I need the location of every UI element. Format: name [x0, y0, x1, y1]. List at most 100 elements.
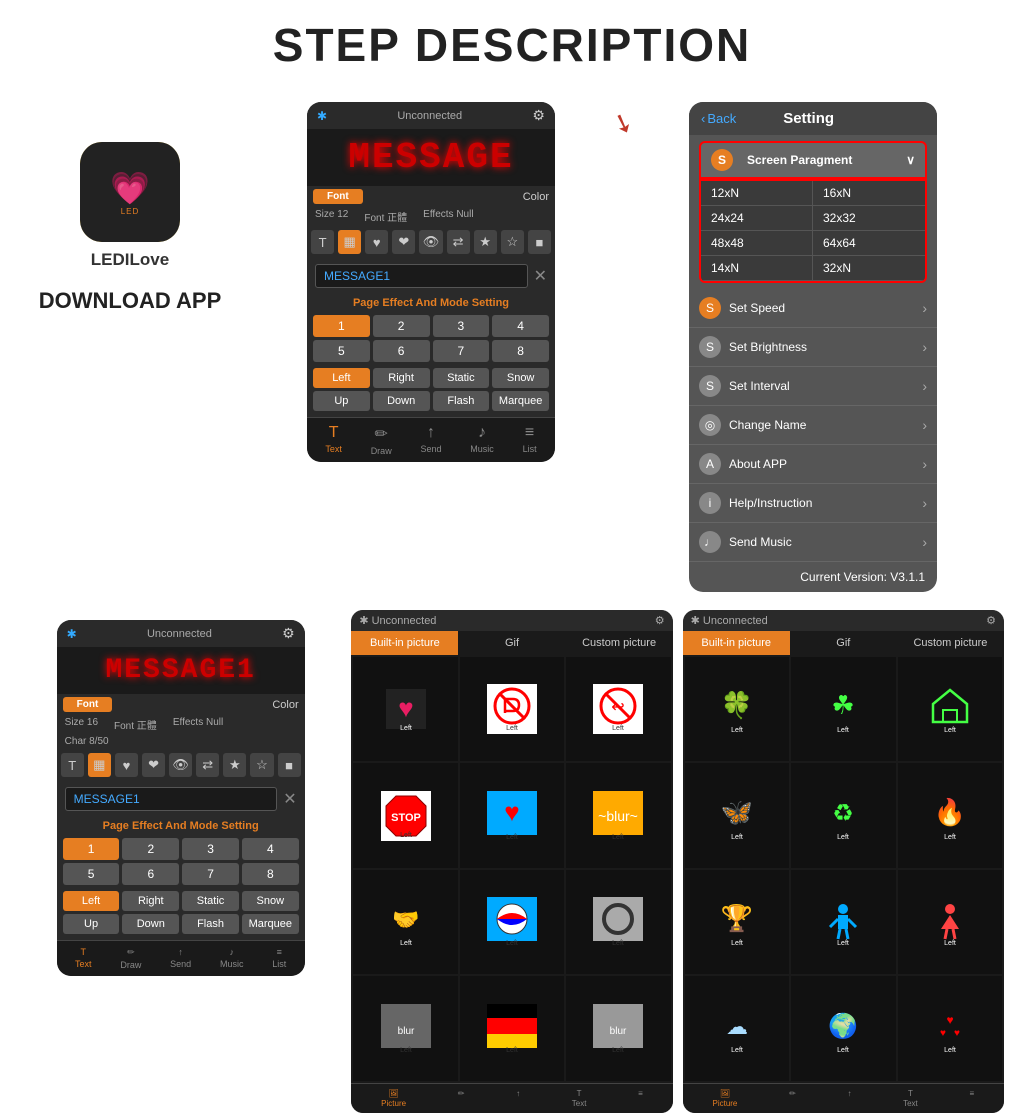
icon-btn-heart[interactable]: ♥: [365, 230, 388, 254]
num-btn-8[interactable]: 8: [492, 340, 549, 362]
set-interval-item[interactable]: S Set Interval ›: [689, 367, 937, 406]
pp2-cell-earth[interactable]: 🌍 Left: [791, 976, 895, 1080]
text-input1[interactable]: MESSAGE1: [315, 264, 528, 288]
icon-btn-star[interactable]: ★: [474, 230, 497, 254]
screen-opt-32x32[interactable]: 32x32: [813, 206, 925, 231]
screen-opt-32xn[interactable]: 32xN: [813, 256, 925, 281]
back-button[interactable]: ‹ Back: [701, 111, 736, 126]
help-item[interactable]: i Help/Instruction ›: [689, 484, 937, 523]
pp2-cell-clover[interactable]: ☘ Left: [791, 657, 895, 761]
pp2-cell-leaf[interactable]: 🍀 Left: [685, 657, 789, 761]
icon-btn-eye[interactable]: 👁: [419, 230, 442, 254]
pp2-gear[interactable]: ⚙: [986, 614, 996, 627]
pp1-tab-text-b[interactable]: TText: [572, 1089, 587, 1108]
pp2-tab-text-b[interactable]: TText: [903, 1089, 918, 1108]
pp1-cell-blur2[interactable]: blur Left: [353, 976, 457, 1080]
tab2-send[interactable]: ↑Send: [170, 947, 191, 970]
pp2-cell-fire[interactable]: 🔥 Left: [898, 763, 1002, 867]
tab-send1[interactable]: ↑ Send: [420, 424, 441, 456]
num2-6[interactable]: 6: [122, 863, 179, 885]
mode2-flash[interactable]: Flash: [182, 914, 239, 934]
pp2-tab-list-b[interactable]: ≡: [969, 1089, 974, 1108]
num-btn-5[interactable]: 5: [313, 340, 370, 362]
pp1-tab-list-b[interactable]: ≡: [638, 1089, 643, 1108]
screen-opt-48x48[interactable]: 48x48: [701, 231, 813, 256]
pp1-cell-stop[interactable]: STOP Left: [353, 763, 457, 867]
icon-btn-star2[interactable]: ☆: [501, 230, 524, 254]
mode-marquee1[interactable]: Marquee: [492, 391, 549, 411]
icon-btn-swap[interactable]: ⇄: [447, 230, 470, 254]
pp2-tab-gif[interactable]: Gif: [790, 631, 897, 655]
gear-icon[interactable]: ⚙: [532, 107, 545, 124]
pp1-cell-circle[interactable]: Left: [566, 870, 670, 974]
pp1-tab-gif[interactable]: Gif: [458, 631, 565, 655]
screen-opt-14xn[interactable]: 14xN: [701, 256, 813, 281]
pp1-tab-custom[interactable]: Custom picture: [566, 631, 673, 655]
icon-heart2a[interactable]: ♥: [115, 753, 138, 777]
mode-right1[interactable]: Right: [373, 368, 430, 388]
clear-btn1[interactable]: ✕: [534, 266, 547, 286]
icon-btn-square[interactable]: ■: [528, 230, 551, 254]
tab2-text[interactable]: TText: [75, 947, 92, 970]
icon-t2[interactable]: T: [61, 753, 84, 777]
pp1-tab-builtin[interactable]: Built-in picture: [351, 631, 458, 655]
tab2-draw[interactable]: ✏Draw: [120, 947, 141, 970]
mode-static1[interactable]: Static: [433, 368, 490, 388]
pp1-tab-send-b[interactable]: ↑: [516, 1089, 520, 1108]
pp1-cell-flag[interactable]: Left: [460, 976, 564, 1080]
font-button1[interactable]: Font: [313, 189, 363, 204]
num-btn-2[interactable]: 2: [373, 315, 430, 337]
pp1-cell-blur1[interactable]: ~blur~ Left: [566, 763, 670, 867]
num-btn-3[interactable]: 3: [433, 315, 490, 337]
mode2-up[interactable]: Up: [63, 914, 120, 934]
icon-star2a[interactable]: ★: [223, 753, 246, 777]
mode-snow1[interactable]: Snow: [492, 368, 549, 388]
num2-5[interactable]: 5: [63, 863, 120, 885]
screen-opt-16xn[interactable]: 16xN: [813, 181, 925, 206]
mode2-right[interactable]: Right: [122, 891, 179, 911]
pp2-cell-recycle[interactable]: ♻ Left: [791, 763, 895, 867]
screen-opt-12xn[interactable]: 12xN: [701, 181, 813, 206]
pp2-tab-send-b[interactable]: ↑: [847, 1089, 851, 1108]
icon-heart2b[interactable]: ❤: [142, 753, 165, 777]
tab-list1[interactable]: ≡ List: [523, 424, 537, 456]
icon-square2[interactable]: ■: [278, 753, 301, 777]
mode-down1[interactable]: Down: [373, 391, 430, 411]
icon-swap2[interactable]: ⇄: [196, 753, 219, 777]
mode2-marquee[interactable]: Marquee: [242, 914, 299, 934]
icon-grid2[interactable]: ▦: [88, 753, 111, 777]
tab-draw1[interactable]: ✏ Draw: [371, 424, 392, 456]
pp2-cell-trophy[interactable]: 🏆 Left: [685, 870, 789, 974]
num2-2[interactable]: 2: [122, 838, 179, 860]
font-button2[interactable]: Font: [63, 697, 113, 712]
pp1-cell-heart[interactable]: ♥ Left: [353, 657, 457, 761]
text-input2[interactable]: MESSAGE1: [65, 787, 278, 811]
pp2-tab-picture[interactable]: 🖼Picture: [712, 1089, 737, 1108]
pp1-gear[interactable]: ⚙: [655, 614, 665, 627]
num-btn-4[interactable]: 4: [492, 315, 549, 337]
icon-btn-grid[interactable]: ▦: [338, 230, 361, 254]
gear-icon2[interactable]: ⚙: [282, 625, 295, 642]
num-btn-1[interactable]: 1: [313, 315, 370, 337]
pp1-cell-pepsi[interactable]: Left: [460, 870, 564, 974]
clear-btn2[interactable]: ✕: [283, 789, 296, 809]
mode2-static[interactable]: Static: [182, 891, 239, 911]
pp1-tab-picture[interactable]: 🖼Picture: [381, 1089, 406, 1108]
mode-up1[interactable]: Up: [313, 391, 370, 411]
tab2-list[interactable]: ≡List: [272, 947, 286, 970]
pp2-tab-builtin[interactable]: Built-in picture: [683, 631, 790, 655]
pp2-tab-draw-b[interactable]: ✏: [789, 1089, 796, 1108]
num-btn-7[interactable]: 7: [433, 340, 490, 362]
num2-3[interactable]: 3: [182, 838, 239, 860]
num2-8[interactable]: 8: [242, 863, 299, 885]
pp2-cell-butterfly[interactable]: 🦋 Left: [685, 763, 789, 867]
pp1-cell-blur3[interactable]: blur Left: [566, 976, 670, 1080]
change-name-item[interactable]: ◎ Change Name ›: [689, 406, 937, 445]
send-music-item[interactable]: ♩ Send Music ›: [689, 523, 937, 562]
num2-4[interactable]: 4: [242, 838, 299, 860]
mode2-snow[interactable]: Snow: [242, 891, 299, 911]
mode-flash1[interactable]: Flash: [433, 391, 490, 411]
tab2-music[interactable]: ♪Music: [220, 947, 244, 970]
pp2-cell-person-red[interactable]: Left: [898, 870, 1002, 974]
icon-eye2[interactable]: 👁: [169, 753, 192, 777]
